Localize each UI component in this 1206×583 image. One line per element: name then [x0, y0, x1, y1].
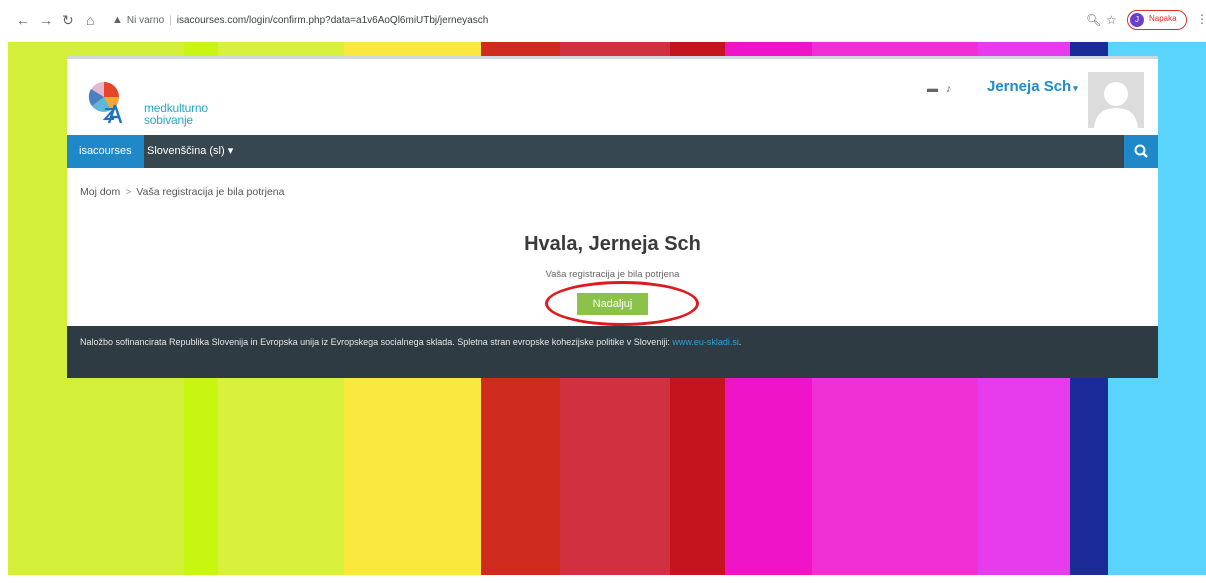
chevron-down-icon: ▾ — [1073, 83, 1078, 93]
forward-arrow-icon[interactable]: → — [39, 12, 53, 28]
address-bar[interactable]: ▲ Ni varno | isacourses.com/login/confirm.p… — [112, 12, 488, 29]
language-label: Slovenščina (sl) — [147, 145, 225, 157]
search-button[interactable] — [1124, 135, 1158, 168]
notifications-icon[interactable]: ♪ — [946, 83, 952, 95]
security-label: Ni varno — [126, 15, 165, 26]
footer-funding-text: Naložbo sofinancirata Republika Slovenij… — [80, 337, 670, 347]
main-navbar: isacourses Slovenščina (sl) ▾ — [67, 135, 1158, 168]
breadcrumb: Moj dom > Vaša registracija je bila potrje… — [80, 186, 284, 198]
breadcrumb-separator: > — [125, 186, 132, 198]
nav-home-link[interactable]: isacourses — [67, 135, 144, 168]
header-icons: ▬ ♪ — [927, 83, 960, 95]
breadcrumb-current: Vaša registracija je bila potrjena — [136, 186, 285, 198]
browser-toolbar: ← → ↻ ⌂ ▲ Ni varno | isacourses.com/login/c… — [0, 0, 1206, 42]
footer-link[interactable]: www.eu-skladi.si — [672, 337, 739, 347]
caret-down-icon: ▾ — [227, 145, 234, 157]
footer-suffix: . — [738, 337, 742, 347]
footer-text: Naložbo sofinancirata Republika Slovenij… — [80, 337, 741, 347]
profile-button[interactable]: J Napaka — [1127, 10, 1187, 30]
back-arrow-icon[interactable]: ← — [16, 12, 30, 28]
warning-icon: ▲ — [112, 14, 123, 26]
site-logo[interactable]: medkulturno sobivanje — [87, 79, 227, 135]
messages-icon[interactable]: ▬ — [927, 83, 938, 95]
star-icon[interactable]: ☆ — [1106, 12, 1117, 28]
breadcrumb-link-home[interactable]: Moj dom — [80, 186, 120, 198]
logo-text-line2: sobivanje — [144, 113, 193, 127]
language-menu[interactable]: Slovenščina (sl) ▾ — [147, 135, 233, 168]
address-separator: | — [169, 15, 172, 26]
profile-avatar: J — [1130, 13, 1144, 27]
url-text: isacourses.com/login/confirm.php?data=a1… — [176, 15, 489, 26]
more-menu-icon[interactable]: ⋮ — [1196, 12, 1206, 26]
search-icon — [1134, 144, 1148, 158]
home-icon[interactable]: ⌂ — [86, 12, 94, 28]
user-avatar[interactable] — [1088, 72, 1144, 128]
logo-mark-icon — [88, 82, 123, 124]
user-menu[interactable]: Jerneja Sch ▾ — [987, 78, 1078, 95]
footer: Naložbo sofinancirata Republika Slovenij… — [67, 326, 1158, 378]
confirmation-message: Vaša registracija je bila potrjena — [545, 269, 680, 280]
highlight-ellipse — [545, 281, 699, 326]
reload-icon[interactable]: ↻ — [62, 12, 74, 28]
zoom-icon[interactable]: 🔍︎ — [1086, 12, 1101, 28]
user-silhouette-icon — [1094, 82, 1138, 128]
page-title: Hvala, Jerneja Sch — [524, 233, 701, 255]
user-name: Jerneja Sch — [987, 78, 1072, 95]
profile-status-label: Napaka — [1149, 14, 1177, 23]
